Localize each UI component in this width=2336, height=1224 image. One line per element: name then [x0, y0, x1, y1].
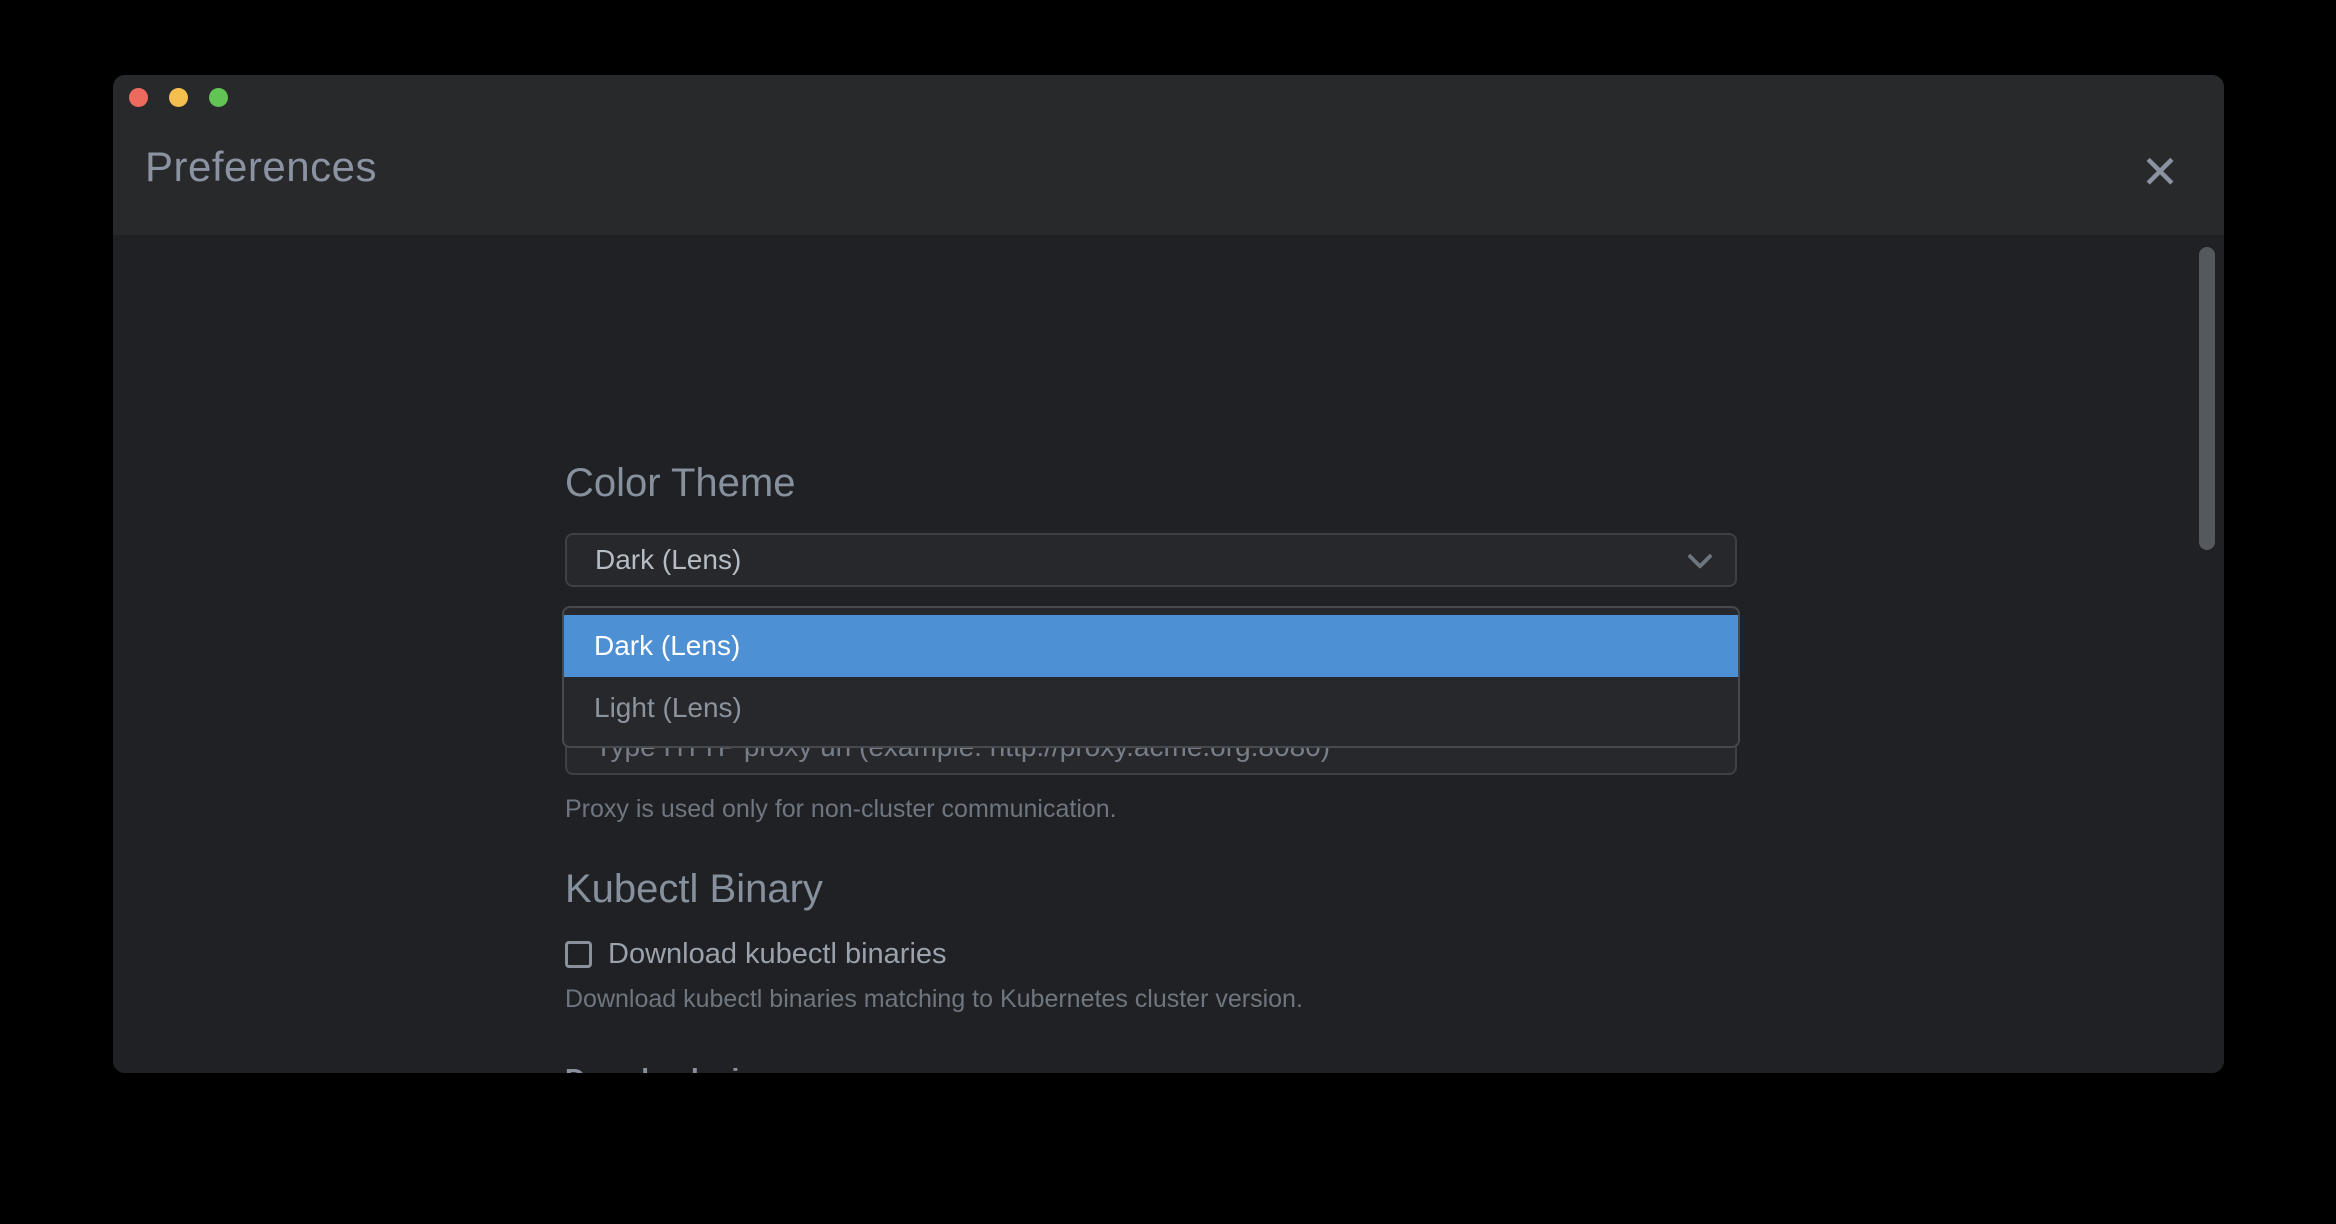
titlebar: Preferences ✕	[113, 75, 2224, 235]
kubectl-hint: Download kubectl binaries matching to Ku…	[565, 985, 1303, 1014]
close-traffic-light[interactable]	[129, 88, 148, 107]
close-icon[interactable]: ✕	[2125, 137, 2195, 207]
proxy-hint: Proxy is used only for non-cluster commu…	[565, 795, 1117, 824]
scrollbar-thumb[interactable]	[2199, 247, 2215, 550]
color-theme-select[interactable]: Dark (Lens)	[565, 533, 1737, 587]
download-kubectl-checkbox-row[interactable]: Download kubectl binaries	[565, 938, 947, 971]
preferences-content: Color Theme Dark (Lens) Dark (Lens) Ligh…	[113, 235, 2224, 1073]
download-kubectl-label: Download kubectl binaries	[608, 938, 947, 971]
dropdown-option-light[interactable]: Light (Lens)	[564, 677, 1738, 739]
color-theme-dropdown: Dark (Lens) Light (Lens)	[562, 606, 1740, 748]
kubectl-heading: Kubectl Binary	[565, 867, 1737, 912]
chevron-down-icon	[1687, 544, 1712, 569]
dropdown-option-dark[interactable]: Dark (Lens)	[564, 615, 1738, 677]
maximize-traffic-light[interactable]	[209, 88, 228, 107]
color-theme-select-value: Dark (Lens)	[595, 544, 741, 576]
color-theme-heading: Color Theme	[565, 461, 1737, 506]
window-controls	[129, 88, 228, 107]
download-mirror-label: Download mirror	[565, 1063, 789, 1073]
checkbox-unchecked-icon[interactable]	[565, 941, 592, 968]
page-title: Preferences	[145, 143, 377, 191]
preferences-window: Preferences ✕ Color Theme Dark (Lens) Da…	[113, 75, 2224, 1073]
minimize-traffic-light[interactable]	[169, 88, 188, 107]
